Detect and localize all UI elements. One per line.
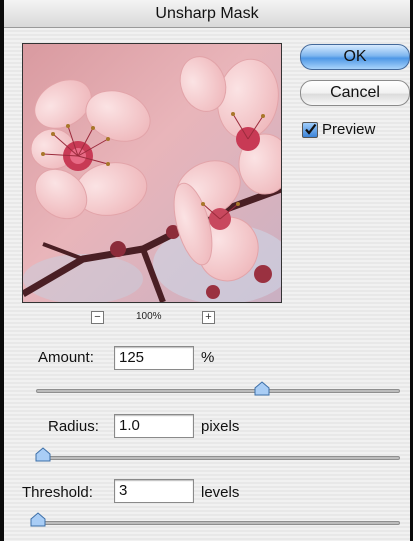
- amount-input[interactable]: 125: [114, 346, 194, 370]
- zoom-level: 100%: [136, 311, 162, 322]
- preview-option[interactable]: Preview: [300, 120, 410, 140]
- title-bar[interactable]: Unsharp Mask: [4, 0, 410, 28]
- preview-label: Preview: [322, 121, 376, 138]
- amount-slider[interactable]: [36, 389, 400, 393]
- threshold-slider-thumb[interactable]: [30, 512, 46, 528]
- amount-slider-thumb[interactable]: [254, 381, 270, 397]
- threshold-unit: levels: [201, 484, 240, 501]
- radius-unit: pixels: [201, 418, 240, 435]
- amount-label: Amount:: [38, 349, 94, 366]
- unsharp-mask-dialog: Unsharp Mask − 100% + OK Cancel Preview …: [4, 0, 410, 541]
- threshold-slider[interactable]: [34, 521, 400, 525]
- zoom-in-button[interactable]: +: [202, 311, 215, 324]
- amount-unit: %: [201, 349, 215, 366]
- radius-input[interactable]: 1.0: [114, 414, 194, 438]
- radius-slider-thumb[interactable]: [35, 447, 51, 463]
- checkmark-icon: [305, 123, 317, 135]
- ok-button[interactable]: OK: [300, 44, 410, 70]
- cancel-button[interactable]: Cancel: [300, 80, 410, 106]
- preview-checkbox[interactable]: [302, 122, 318, 138]
- threshold-label: Threshold:: [22, 484, 93, 501]
- dialog-title: Unsharp Mask: [155, 5, 259, 22]
- preview-image[interactable]: [22, 43, 282, 303]
- threshold-input[interactable]: 3: [114, 479, 194, 503]
- radius-label: Radius:: [48, 418, 99, 435]
- zoom-out-button[interactable]: −: [91, 311, 104, 324]
- zoom-controls: − 100% +: [88, 311, 218, 325]
- radius-slider[interactable]: [36, 456, 400, 460]
